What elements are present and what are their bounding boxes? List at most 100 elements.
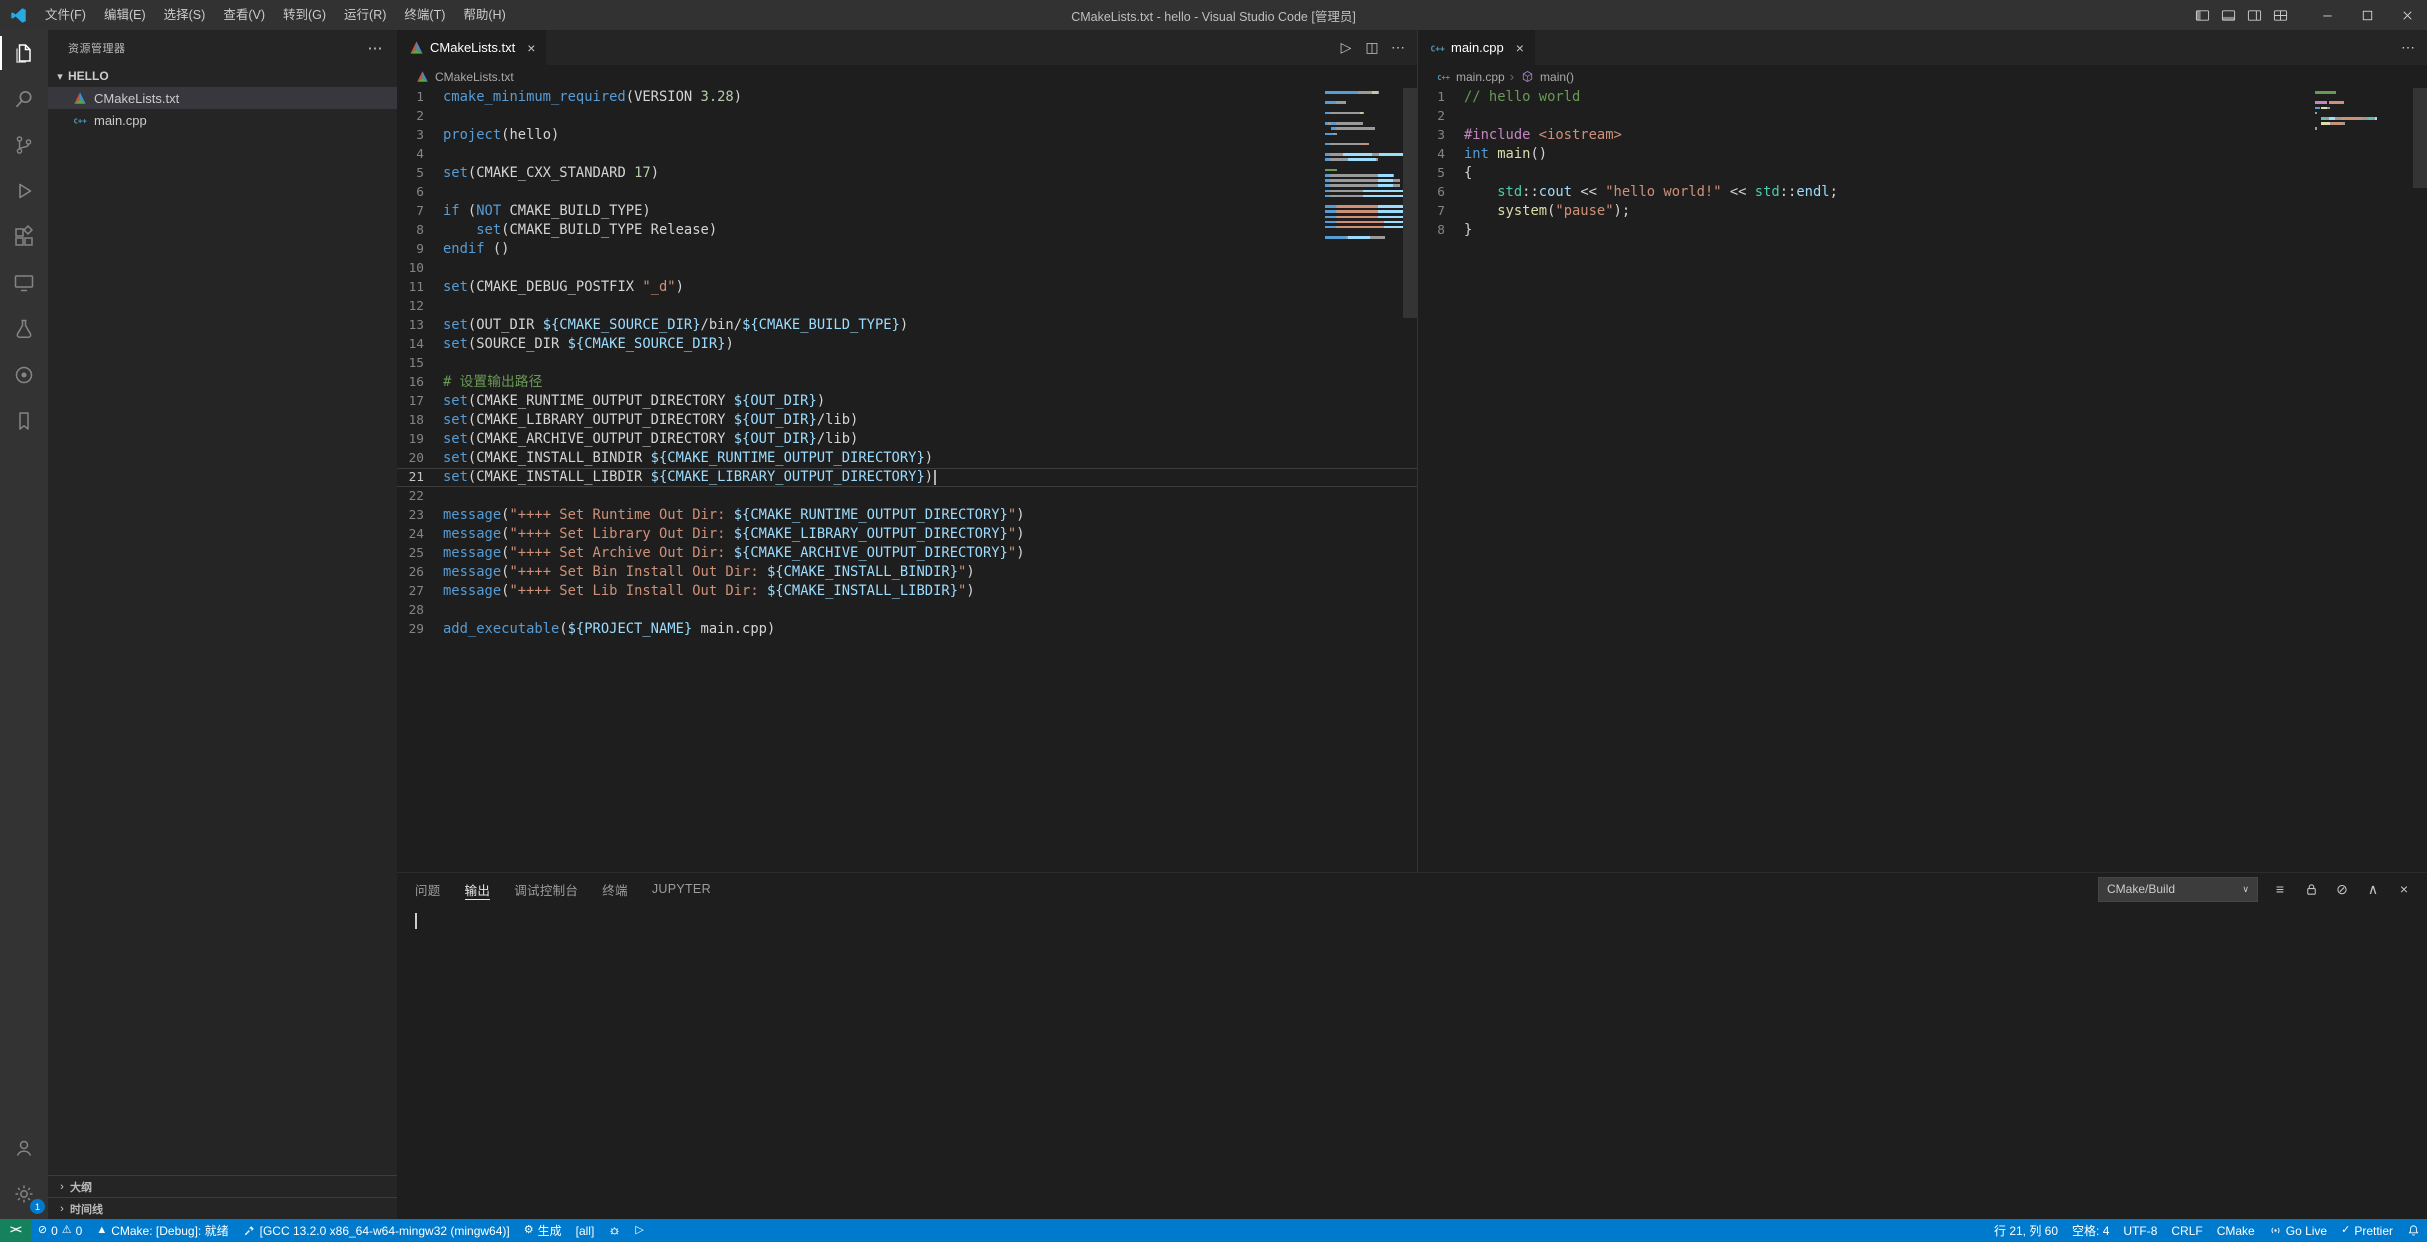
panel-tab-3[interactable]: 终端	[602, 873, 628, 905]
scrollbar-slider[interactable]	[2413, 88, 2427, 188]
breadcrumb-item[interactable]: CMakeLists.txt	[435, 70, 514, 84]
cmake-launch[interactable]: ▷	[628, 1219, 650, 1242]
sidebar-section-1[interactable]: ›时间线	[48, 1197, 397, 1219]
line-content: if (NOT CMAKE_BUILD_TYPE)	[443, 202, 651, 221]
activity-item-testing[interactable]	[0, 306, 48, 352]
cmake-debug[interactable]	[601, 1219, 628, 1242]
customize-layout-button[interactable]	[2267, 0, 2293, 30]
hammer-icon	[243, 1224, 256, 1237]
go-live[interactable]: Go Live	[2262, 1219, 2334, 1242]
breadcrumb-right[interactable]: C++main.cpp›main()	[1418, 65, 2427, 88]
maximize-button[interactable]	[2347, 0, 2387, 30]
remote-indicator[interactable]: ><	[0, 1219, 31, 1242]
code-line: 25message("++++ Set Archive Out Dir: ${C…	[397, 544, 1417, 563]
chevron-right-icon: ›	[54, 1181, 70, 1193]
output-wrap-button[interactable]: ≡	[2271, 880, 2289, 898]
panel-tab-4[interactable]: JUPYTER	[652, 873, 711, 905]
output-content[interactable]	[397, 905, 2427, 1219]
activity-item-run-debug[interactable]	[0, 168, 48, 214]
line-number: 28	[397, 601, 443, 620]
close-button[interactable]	[2387, 0, 2427, 30]
scrollbar-slider[interactable]	[1403, 88, 1417, 318]
editor-cmakelists[interactable]: 1cmake_minimum_required(VERSION 3.28)23p…	[397, 88, 1417, 872]
code-line: 8 set(CMAKE_BUILD_TYPE Release)	[397, 221, 1417, 240]
menu-item-2[interactable]: 选择(S)	[155, 0, 215, 30]
panel-tab-1[interactable]: 输出	[465, 873, 491, 905]
line-content: set(CMAKE_DEBUG_POSTFIX "_d")	[443, 278, 684, 297]
menu-item-1[interactable]: 编辑(E)	[95, 0, 155, 30]
tab-cmakelists[interactable]: CMakeLists.txt ×	[397, 30, 546, 65]
maximize-panel-button[interactable]: ∧	[2364, 880, 2382, 898]
line-number: 24	[397, 525, 443, 544]
line-number: 7	[1418, 202, 1464, 221]
tab-label: CMakeLists.txt	[430, 40, 515, 55]
more-actions-icon[interactable]: ⋯	[368, 39, 384, 57]
activity-item-source-control[interactable]	[0, 122, 48, 168]
activity-item-account[interactable]	[0, 1125, 48, 1171]
language-mode[interactable]: CMake	[2210, 1219, 2262, 1242]
activity-item-search[interactable]	[0, 76, 48, 122]
panel-tab-0[interactable]: 问题	[415, 873, 441, 905]
code-line: 6 std::cout << "hello world!" << std::en…	[1418, 183, 2427, 202]
cmake-kit[interactable]: [GCC 13.2.0 x86_64-w64-mingw32 (mingw64)…	[236, 1219, 517, 1242]
close-icon[interactable]: ×	[1516, 40, 1524, 56]
breadcrumb-item[interactable]: main()	[1540, 70, 1574, 84]
menu-bar: 文件(F)编辑(E)选择(S)查看(V)转到(G)运行(R)终端(T)帮助(H)	[36, 0, 515, 30]
file-item-main.cpp[interactable]: C++main.cpp	[48, 109, 397, 131]
activity-item-settings[interactable]: 1	[0, 1171, 48, 1217]
breadcrumb-item[interactable]: main.cpp	[1456, 70, 1505, 84]
output-channel-select[interactable]: CMake/Build ∨	[2098, 877, 2258, 902]
folder-row-hello[interactable]: ▾ HELLO	[48, 65, 397, 87]
more-actions-button[interactable]: ⋯	[2397, 37, 2419, 59]
notifications[interactable]	[2400, 1219, 2427, 1242]
minimap[interactable]	[2315, 90, 2377, 132]
minimize-button[interactable]	[2307, 0, 2347, 30]
clear-output-button[interactable]: ⊘	[2333, 880, 2351, 898]
sidebar-section-0[interactable]: ›大纲	[48, 1175, 397, 1197]
menu-item-3[interactable]: 查看(V)	[214, 0, 274, 30]
activity-item-references[interactable]	[0, 352, 48, 398]
tab-maincpp[interactable]: C++ main.cpp ×	[1418, 30, 1535, 65]
menu-item-7[interactable]: 帮助(H)	[454, 0, 514, 30]
encoding[interactable]: UTF-8	[2116, 1219, 2164, 1242]
cmake-build[interactable]: ⚙生成	[517, 1219, 569, 1242]
activity-item-remote-explorer[interactable]	[0, 260, 48, 306]
code-line: 16# 设置输出路径	[397, 373, 1417, 392]
menu-item-4[interactable]: 转到(G)	[274, 0, 335, 30]
cmake-variant[interactable]: ▲CMake: [Debug]: 就绪	[89, 1219, 235, 1242]
close-panel-button[interactable]: ×	[2395, 880, 2413, 898]
menu-item-5[interactable]: 运行(R)	[335, 0, 395, 30]
prettier[interactable]: ✓Prettier	[2334, 1219, 2400, 1242]
breadcrumb-left[interactable]: CMakeLists.txt	[397, 65, 1417, 88]
run-file-button[interactable]: ▷	[1335, 37, 1357, 59]
line-number: 5	[397, 164, 443, 183]
close-icon[interactable]: ×	[527, 40, 535, 56]
cursor-position[interactable]: 行 21, 列 60	[1987, 1219, 2065, 1242]
vertical-scrollbar[interactable]	[1403, 88, 1417, 872]
problems[interactable]: ⊘0⚠0	[31, 1219, 89, 1242]
split-editor-button[interactable]: ◫	[1361, 37, 1383, 59]
activity-item-extensions[interactable]	[0, 214, 48, 260]
more-actions-button[interactable]: ⋯	[1387, 37, 1409, 59]
menu-item-6[interactable]: 终端(T)	[395, 0, 454, 30]
minimap[interactable]	[1325, 90, 1403, 240]
vertical-scrollbar[interactable]	[2413, 88, 2427, 872]
menu-item-0[interactable]: 文件(F)	[36, 0, 95, 30]
editor-maincpp[interactable]: 1// hello world23#include <iostream>4int…	[1418, 88, 2427, 872]
eol[interactable]: CRLF	[2164, 1219, 2209, 1242]
panel-tab-2[interactable]: 调试控制台	[514, 873, 578, 905]
line-number: 19	[397, 430, 443, 449]
toggle-secondary-sidebar-button[interactable]	[2241, 0, 2267, 30]
activity-item-bookmarks[interactable]	[0, 398, 48, 444]
indentation[interactable]: 空格: 4	[2065, 1219, 2116, 1242]
chevron-right-icon: ›	[54, 1203, 70, 1215]
line-content: set(CMAKE_BUILD_TYPE Release)	[443, 221, 717, 240]
activity-item-explorer[interactable]	[0, 30, 48, 76]
lock-scroll-button[interactable]	[2302, 880, 2320, 898]
toggle-sidebar-button[interactable]	[2189, 0, 2215, 30]
cmake-target[interactable]: [all]	[569, 1219, 602, 1242]
toggle-panel-button[interactable]	[2215, 0, 2241, 30]
code-line: 10	[397, 259, 1417, 278]
breadcrumb-separator: ›	[1510, 69, 1514, 84]
file-item-CMakeLists.txt[interactable]: CMakeLists.txt	[48, 87, 397, 109]
